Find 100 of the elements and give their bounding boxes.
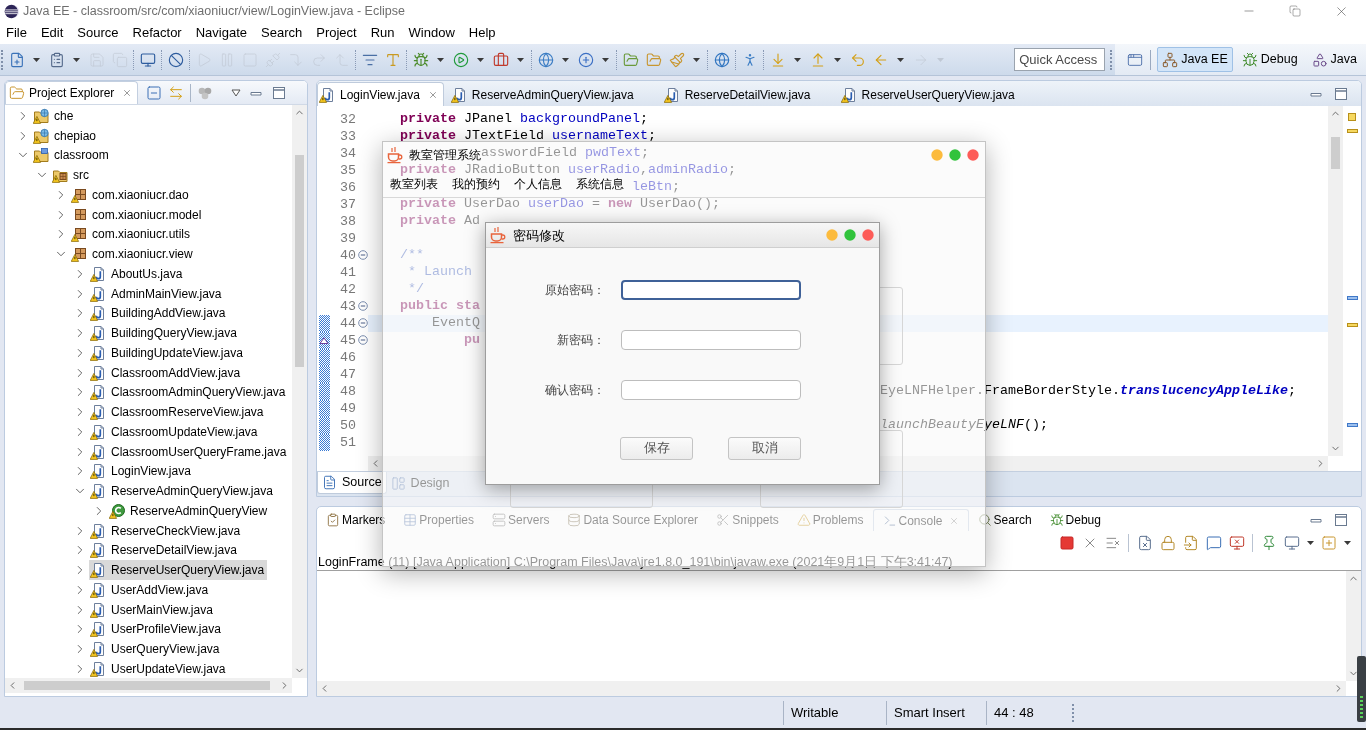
tree-item[interactable]: UserUpdateView.java: [89, 659, 229, 678]
tree-item[interactable]: com.xiaoniucr.view: [70, 244, 196, 264]
tree-item[interactable]: com.xiaoniucr.utils: [70, 224, 194, 245]
circle-plus-icon[interactable]: [577, 51, 594, 68]
tree-item[interactable]: ReserveUserQueryView.java: [89, 560, 268, 580]
menu-item[interactable]: 个人信息: [514, 177, 562, 190]
tree-item[interactable]: AdminMainView.java: [89, 283, 225, 304]
vertical-scrollbar[interactable]: [1328, 106, 1343, 456]
app-window-icon[interactable]: [1127, 51, 1144, 68]
circle-slash-icon[interactable]: [167, 51, 184, 68]
caret-icon[interactable]: [794, 57, 801, 62]
lock-icon[interactable]: [1159, 534, 1176, 551]
tree-item[interactable]: BuildingAddView.java: [89, 303, 229, 324]
menu-item[interactable]: Search: [261, 25, 303, 41]
tree-item[interactable]: UserProfileView.java: [89, 619, 224, 640]
menu-item[interactable]: Help: [468, 25, 496, 41]
warning-marker-icon[interactable]: [1346, 129, 1358, 133]
view-tab[interactable]: Markers: [317, 509, 395, 531]
horizontal-scrollbar[interactable]: [5, 678, 292, 693]
caret-icon[interactable]: [73, 57, 80, 62]
file-plus-icon[interactable]: [8, 51, 25, 68]
maximize-icon[interactable]: [1334, 87, 1348, 101]
play-circle-icon[interactable]: [452, 51, 469, 68]
grip-icon[interactable]: [1, 49, 4, 70]
vertical-scrollbar[interactable]: [1346, 571, 1361, 681]
horizontal-scrollbar[interactable]: [317, 681, 1346, 696]
tree-item[interactable]: classroom: [32, 145, 112, 166]
file-input-icon[interactable]: [1182, 534, 1199, 551]
menu-item[interactable]: Navigate: [195, 25, 247, 41]
tree-item[interactable]: UserMainView.java: [89, 599, 216, 620]
tree-item[interactable]: BuildingUpdateView.java: [89, 343, 246, 363]
fold-toggle-icon[interactable]: [358, 335, 368, 345]
menu-item[interactable]: Project: [316, 25, 357, 41]
tree-item[interactable]: ClassroomUserQueryFrame.java: [89, 441, 290, 462]
tree-item[interactable]: com.xiaoniucr.dao: [70, 185, 192, 205]
warning-marker-icon[interactable]: [1346, 323, 1358, 327]
scrollbar-thumb[interactable]: [295, 155, 304, 367]
occurrence-marker-icon[interactable]: [1346, 296, 1358, 300]
tree-item[interactable]: com.xiaoniucr.model: [70, 204, 205, 225]
tree-item[interactable]: AboutUs.java: [89, 264, 186, 284]
caret-icon[interactable]: [477, 57, 484, 62]
menu-item[interactable]: Refactor: [132, 25, 182, 41]
stop-icon[interactable]: [1058, 534, 1075, 551]
briefcase-icon[interactable]: [492, 51, 509, 68]
fold-toggle-icon[interactable]: [358, 301, 368, 311]
close-icon[interactable]: [427, 89, 438, 100]
undo-icon[interactable]: [849, 51, 866, 68]
quick-access-field[interactable]: Quick Access: [1014, 48, 1106, 71]
vertical-scrollbar[interactable]: [292, 105, 307, 678]
editor-tab[interactable]: ReserveUserQueryView.java: [838, 82, 1038, 106]
type-icon[interactable]: [384, 51, 401, 68]
tree-item[interactable]: ClassroomReserveView.java: [89, 402, 267, 422]
tree-item[interactable]: ReserveDetailView.java: [89, 540, 240, 561]
arrow-left-right-icon[interactable]: [168, 84, 185, 101]
tree-item[interactable]: UserQueryView.java: [89, 639, 223, 659]
monitor-icon[interactable]: [1283, 534, 1300, 551]
square-plus-icon[interactable]: [1320, 534, 1337, 551]
menu-item[interactable]: Window: [408, 25, 455, 41]
view-tab[interactable]: Debug: [1040, 509, 1110, 531]
view-tab[interactable]: Project Explorer: [5, 81, 139, 104]
editor-tab[interactable]: LoginView.java: [317, 82, 444, 106]
input-field[interactable]: [621, 380, 801, 400]
caret-icon[interactable]: [1343, 540, 1351, 545]
perspective-button[interactable]: Java: [1306, 47, 1362, 72]
perspective-button[interactable]: Java EE: [1157, 47, 1233, 72]
menu-item[interactable]: 我的预约: [452, 177, 500, 190]
tree-item[interactable]: UserAddView.java: [89, 580, 212, 600]
menu-item[interactable]: Edit: [40, 25, 64, 41]
maximize-icon[interactable]: [1334, 513, 1348, 527]
monitor-icon[interactable]: [139, 51, 156, 68]
caret-icon[interactable]: [602, 57, 609, 62]
caret-icon[interactable]: [33, 57, 40, 62]
bug-icon[interactable]: [412, 51, 429, 68]
menu-item[interactable]: Source: [77, 25, 119, 41]
caret-icon[interactable]: [437, 57, 444, 62]
globe-icon[interactable]: [537, 51, 554, 68]
caret-icon[interactable]: [517, 57, 524, 62]
editor-mode-tab[interactable]: Source: [317, 472, 387, 494]
scrollbar-thumb[interactable]: [1331, 137, 1340, 169]
tree-item[interactable]: che: [32, 106, 77, 126]
tree-item[interactable]: ReserveAdminQueryView: [108, 501, 271, 521]
tree-item[interactable]: BuildingQueryView.java: [89, 323, 240, 343]
fold-toggle-icon[interactable]: [358, 250, 368, 260]
clipboard-icon[interactable]: [48, 51, 65, 68]
maximize-icon[interactable]: [949, 149, 961, 161]
tree-item[interactable]: src: [51, 165, 92, 185]
view-tab[interactable]: Search: [968, 509, 1041, 531]
tree-item[interactable]: chepiao: [32, 125, 100, 146]
maximize-icon[interactable]: [844, 229, 856, 241]
input-field[interactable]: [621, 330, 801, 350]
caret-icon[interactable]: [834, 57, 841, 62]
menu-item[interactable]: File: [6, 25, 27, 41]
message-icon[interactable]: [1205, 534, 1222, 551]
menu-item[interactable]: 教室列表: [390, 177, 438, 190]
tree-item[interactable]: ClassroomAdminQueryView.java: [89, 382, 289, 403]
caret-icon[interactable]: [1306, 540, 1314, 545]
tree-item[interactable]: ClassroomAddView.java: [89, 362, 244, 383]
tree-item[interactable]: ClassroomUpdateView.java: [89, 422, 261, 442]
editor-tab[interactable]: ReserveDetailView.java: [661, 82, 834, 106]
close-icon[interactable]: [862, 229, 874, 241]
